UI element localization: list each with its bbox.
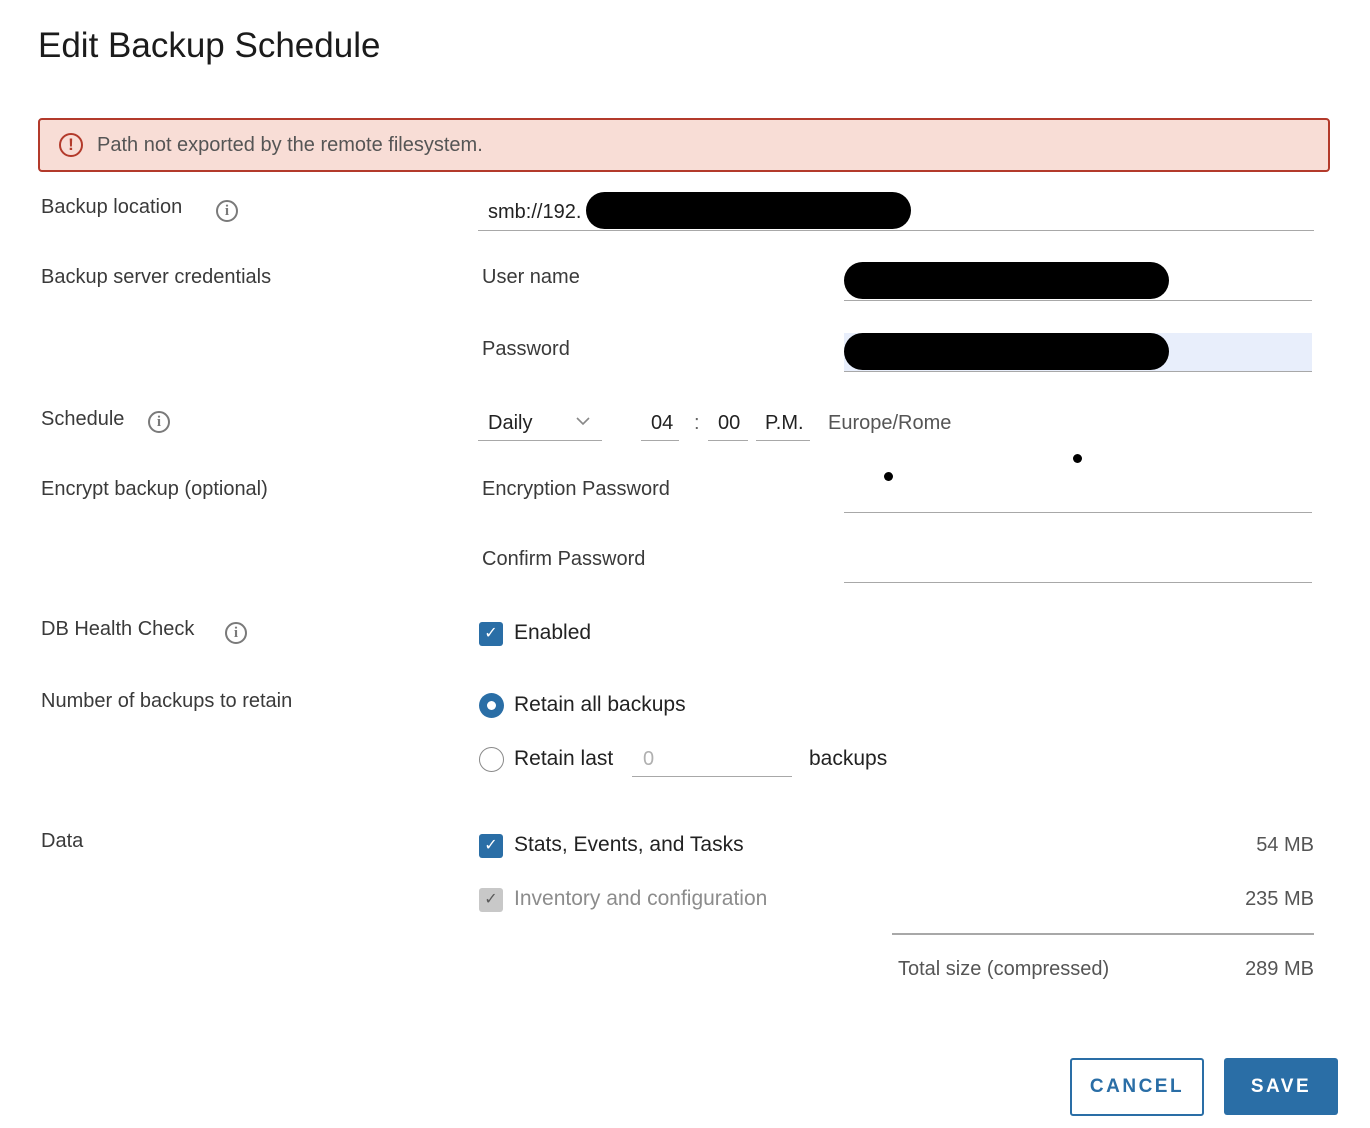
chevron-down-icon xyxy=(576,417,590,426)
info-icon[interactable]: i xyxy=(148,411,170,433)
info-icon[interactable]: i xyxy=(225,622,247,644)
retain-count-placeholder: 0 xyxy=(643,748,655,770)
dialog-title: Edit Backup Schedule xyxy=(38,26,381,65)
minute-value: 00 xyxy=(718,412,741,434)
inventory-config-size: 235 MB xyxy=(1245,888,1314,910)
inventory-config-label: Inventory and configuration xyxy=(514,887,768,910)
retain-last-label: Retain last xyxy=(514,747,614,770)
cancel-button[interactable]: CANCEL xyxy=(1070,1058,1204,1116)
db-health-check-label: DB Health Check xyxy=(41,618,195,640)
timezone-label: Europe/Rome xyxy=(828,412,952,434)
data-label: Data xyxy=(41,830,84,852)
password-label: Password xyxy=(482,338,570,360)
total-divider xyxy=(892,933,1314,935)
total-size-label: Total size (compressed) xyxy=(898,958,1110,980)
schedule-label: Schedule xyxy=(41,408,125,430)
ampm-select[interactable]: P.M. xyxy=(756,404,810,441)
time-separator: : xyxy=(694,412,700,434)
total-size-value: 289 MB xyxy=(1245,958,1314,980)
alert-message: Path not exported by the remote filesyst… xyxy=(97,134,483,156)
ampm-value: P.M. xyxy=(765,412,804,434)
redacted-region xyxy=(844,262,1169,299)
stats-events-tasks-label: Stats, Events, and Tasks xyxy=(514,833,744,856)
error-alert: ! Path not exported by the remote filesy… xyxy=(38,118,1330,172)
frequency-value: Daily xyxy=(488,412,533,434)
confirm-password-label: Confirm Password xyxy=(482,548,646,570)
backup-location-label: Backup location xyxy=(41,196,183,218)
health-check-enabled-label: Enabled xyxy=(514,621,592,644)
backup-location-value: smb://192. xyxy=(488,201,582,223)
encrypt-backup-label: Encrypt backup (optional) xyxy=(41,478,268,500)
artifact-dot xyxy=(1073,454,1082,463)
info-icon[interactable]: i xyxy=(216,200,238,222)
retain-all-label: Retain all backups xyxy=(514,693,686,716)
frequency-select[interactable]: Daily xyxy=(478,404,602,441)
username-label: User name xyxy=(482,266,580,288)
health-check-checkbox[interactable]: ✓ xyxy=(479,622,503,646)
encryption-password-input[interactable] xyxy=(844,474,1312,513)
backup-credentials-label: Backup server credentials xyxy=(41,266,272,288)
retain-all-radio[interactable] xyxy=(479,693,504,718)
stats-events-tasks-size: 54 MB xyxy=(1256,834,1314,856)
hour-input[interactable]: 04 xyxy=(641,404,679,441)
save-button[interactable]: SAVE xyxy=(1224,1058,1338,1115)
password-input[interactable] xyxy=(844,333,1312,372)
redacted-region xyxy=(844,333,1169,370)
encryption-password-label: Encryption Password xyxy=(482,478,670,500)
confirm-password-input[interactable] xyxy=(844,544,1312,583)
stats-events-tasks-checkbox[interactable]: ✓ xyxy=(479,834,503,858)
minute-input[interactable]: 00 xyxy=(708,404,748,441)
backups-retain-label: Number of backups to retain xyxy=(41,690,293,712)
hour-value: 04 xyxy=(651,412,674,434)
username-input[interactable] xyxy=(844,262,1312,301)
redacted-region xyxy=(586,192,911,229)
retain-backups-suffix: backups xyxy=(809,747,888,770)
retain-last-radio[interactable] xyxy=(479,747,504,772)
retain-count-input[interactable]: 0 xyxy=(632,740,792,777)
inventory-config-checkbox: ✓ xyxy=(479,888,503,912)
error-icon: ! xyxy=(59,133,83,157)
backup-location-input[interactable]: smb://192. xyxy=(478,192,1314,231)
